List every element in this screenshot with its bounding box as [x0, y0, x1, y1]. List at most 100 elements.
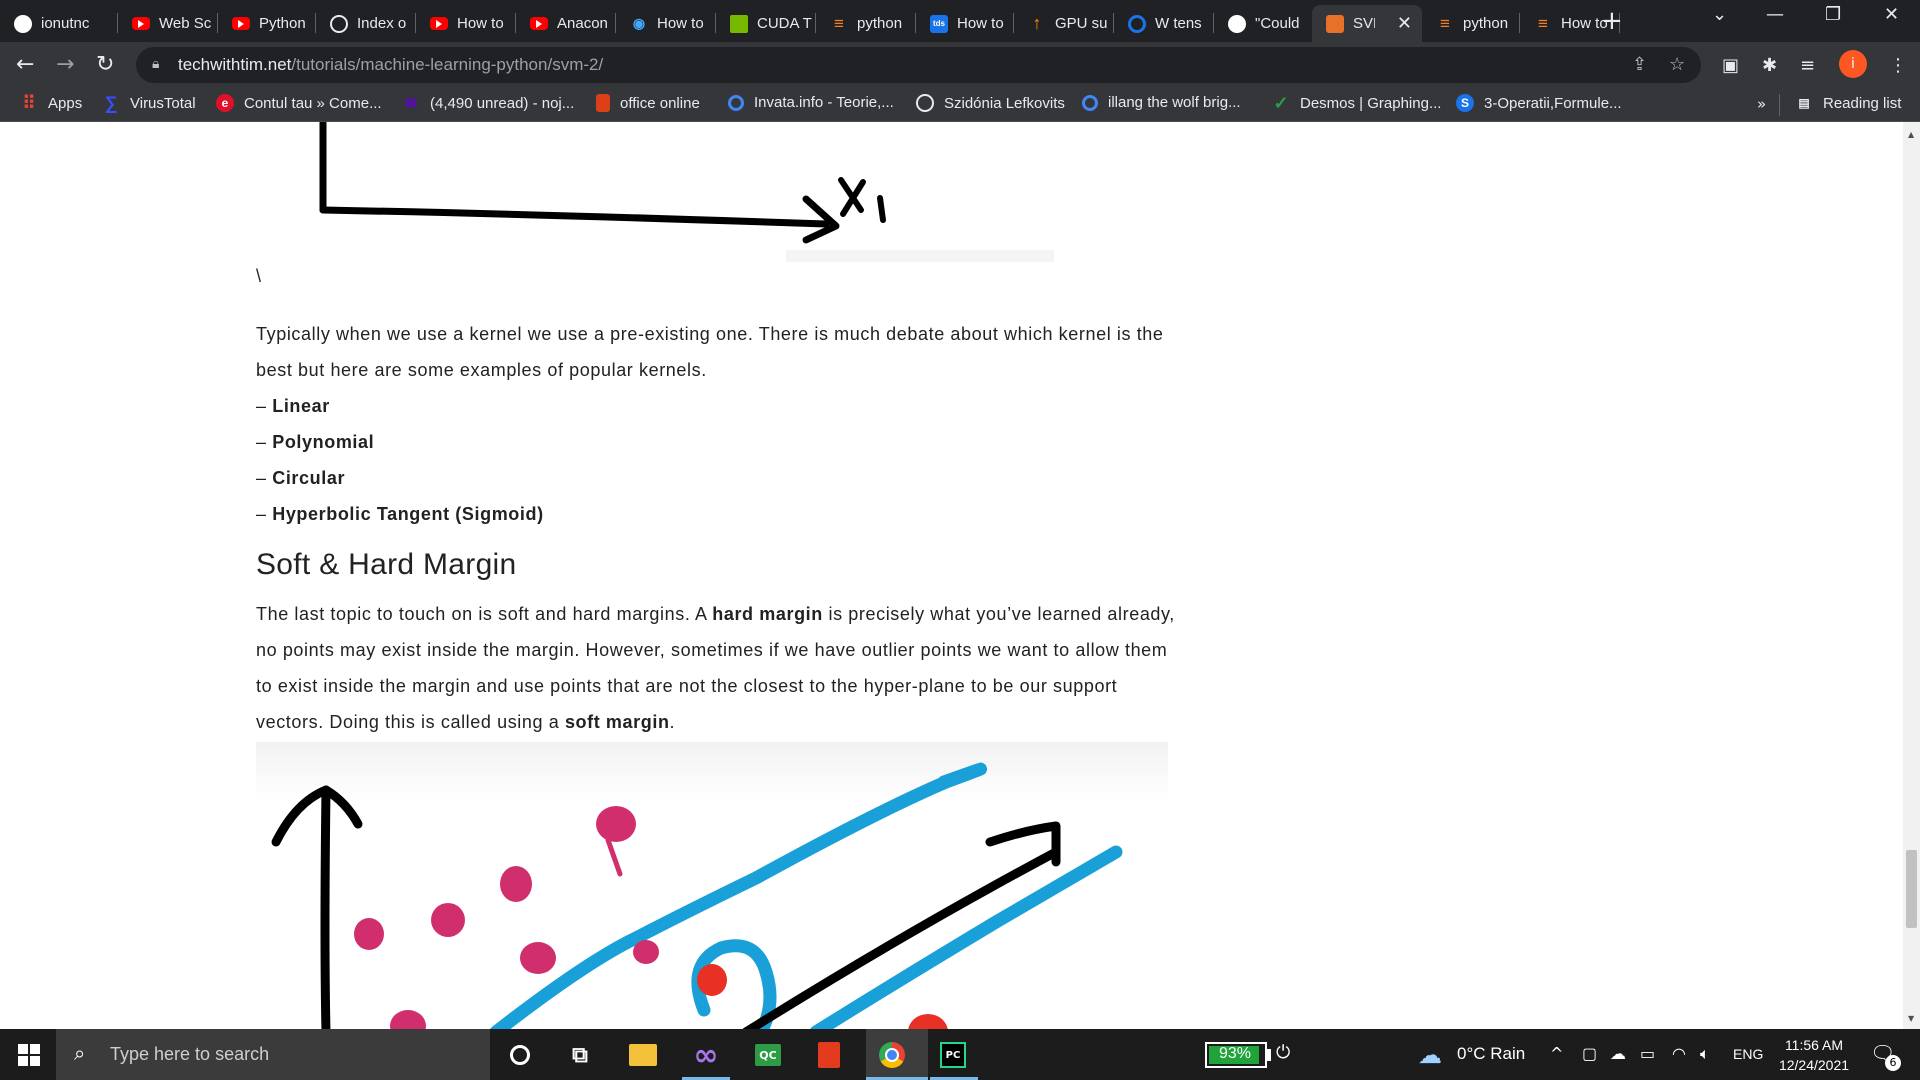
- page-scrollbar[interactable]: ▲ ▼: [1903, 122, 1920, 1029]
- tab-4[interactable]: How to: [416, 5, 516, 42]
- forward-button[interactable]: →: [56, 52, 74, 77]
- chrome-icon[interactable]: [879, 1042, 905, 1068]
- tab-title: python: [857, 15, 903, 32]
- profile-avatar[interactable]: i: [1839, 50, 1867, 78]
- meet-now-icon[interactable]: ▢: [1582, 1044, 1597, 1063]
- close-window-button[interactable]: ✕: [1884, 4, 1899, 25]
- tab-search-chevron-icon[interactable]: ⌄: [1712, 4, 1727, 25]
- lock-icon[interactable]: 🔒︎: [152, 56, 159, 72]
- extension-r-icon[interactable]: ▣: [1722, 55, 1739, 76]
- bookmark-2[interactable]: e Contul tau » Come...: [216, 94, 382, 112]
- pycharm-icon[interactable]: PC: [940, 1042, 966, 1068]
- tab-3[interactable]: Index o: [316, 5, 416, 42]
- reading-list-label: Reading list: [1823, 94, 1902, 112]
- tab-title: python: [1463, 15, 1509, 32]
- kernel-dash: –: [256, 432, 273, 452]
- tab-2[interactable]: Python: [218, 5, 316, 42]
- weather-text[interactable]: 0°C Rain: [1457, 1044, 1525, 1064]
- bookmark-star-icon[interactable]: ☆: [1669, 54, 1685, 75]
- tab-title: "Could: [1255, 15, 1300, 32]
- scroll-down-arrow-icon[interactable]: ▼: [1908, 1014, 1914, 1023]
- bookmark-label: office online: [620, 94, 700, 112]
- bookmark-0[interactable]: ⠿ Apps: [20, 93, 82, 113]
- close-tab-button[interactable]: ✕: [1397, 13, 1412, 34]
- bookmarks-divider: [1779, 94, 1780, 116]
- show-hidden-icons-chevron-icon[interactable]: ^: [1550, 1044, 1563, 1063]
- bookmark-9[interactable]: S 3-Operatii,Formule...: [1456, 94, 1622, 112]
- clock-time: 11:56 AM: [1784, 1037, 1844, 1053]
- tab-5[interactable]: Anacon: [516, 5, 616, 42]
- windows-start-icon[interactable]: [18, 1044, 40, 1066]
- virustotal-icon: ∑: [104, 92, 118, 113]
- bookmark-8[interactable]: ✓ Desmos | Graphing...: [1272, 93, 1441, 113]
- back-button[interactable]: ←: [16, 52, 34, 77]
- office-icon[interactable]: [818, 1042, 840, 1068]
- tab-14[interactable]: ≡ python: [1422, 5, 1520, 42]
- kernel-name: Hyperbolic Tangent (Sigmoid): [272, 504, 544, 524]
- windows-taskbar: ⌕ Type here to search ⧉ ∞ QC PC 93% ⏻ ☁ …: [0, 1029, 1920, 1080]
- tab-7[interactable]: CUDA T: [716, 5, 816, 42]
- restore-button[interactable]: ❐: [1825, 4, 1841, 25]
- bookmark-label: Invata.info - Teorie,...: [754, 94, 894, 111]
- bookmark-5[interactable]: Invata.info - Teorie,...: [728, 94, 894, 111]
- tab-11[interactable]: W tens: [1114, 5, 1214, 42]
- taskbar-search-box[interactable]: ⌕ Type here to search: [56, 1029, 490, 1080]
- tab-10[interactable]: ↑ GPU su: [1014, 5, 1114, 42]
- tab-title: Python: [259, 15, 306, 32]
- class-a-point: [500, 866, 532, 902]
- kernel-name: Polynomial: [272, 432, 375, 452]
- figure-background: [256, 742, 1168, 802]
- visual-studio-icon[interactable]: ∞: [690, 1038, 722, 1073]
- bookmark-label: (4,490 unread) - noj...: [430, 94, 575, 112]
- onedrive-error-icon[interactable]: ☁: [1610, 1044, 1626, 1063]
- page-viewport[interactable]: \ Typically when we use a kernel we use …: [0, 122, 1920, 1029]
- minimize-button[interactable]: —: [1766, 4, 1784, 25]
- tab-6[interactable]: ◉ How to: [616, 5, 716, 42]
- reading-list-button[interactable]: ▤ Reading list: [1795, 94, 1901, 112]
- bookmark-3[interactable]: ✉ (4,490 unread) - noj...: [402, 94, 574, 112]
- qc-app-icon[interactable]: QC: [755, 1044, 781, 1066]
- bookmark-4[interactable]: office online: [596, 94, 700, 112]
- tab-12[interactable]: "Could: [1214, 5, 1312, 42]
- tensorflow-icon: ↑: [1032, 13, 1042, 33]
- media-control-icon[interactable]: ≡: [1800, 55, 1815, 76]
- office-icon: [596, 94, 610, 112]
- battery-tray-icon[interactable]: ▭: [1640, 1044, 1655, 1063]
- scroll-up-arrow-icon[interactable]: ▲: [1908, 130, 1914, 139]
- class-a-point: [390, 1010, 426, 1029]
- url-host: techwithtim.net: [178, 55, 292, 74]
- x1-subscript-1: [877, 195, 886, 223]
- tab-9[interactable]: tds How to: [916, 5, 1014, 42]
- bookmark-1[interactable]: ∑ VirusTotal: [102, 92, 196, 113]
- menu-kebab-icon[interactable]: ⋮: [1889, 55, 1907, 76]
- volume-icon[interactable]: 🔈︎: [1700, 1044, 1710, 1064]
- bookmarks-overflow-button[interactable]: »: [1757, 95, 1766, 113]
- hyperplane-line: [742, 847, 1061, 1029]
- new-tab-button[interactable]: +: [1601, 6, 1623, 36]
- tab-13[interactable]: SVM ✕: [1312, 5, 1422, 42]
- tab-8[interactable]: ≡ python: [816, 5, 916, 42]
- task-view-icon[interactable]: ⧉: [564, 1039, 596, 1071]
- kernel-list: – Linear – Polynomial – Circular – Hyperbol…: [256, 388, 544, 532]
- scrollbar-thumb[interactable]: [1906, 850, 1917, 928]
- figure-axes: [319, 122, 840, 244]
- hard-margin-term: hard margin: [712, 604, 823, 624]
- address-bar[interactable]: 🔒︎ techwithtim.net/tutorials/machine-lea…: [136, 47, 1701, 83]
- reload-button[interactable]: ↻: [96, 52, 114, 77]
- share-icon[interactable]: ⇪: [1632, 54, 1647, 75]
- file-explorer-icon[interactable]: [629, 1044, 657, 1066]
- input-language[interactable]: ENG: [1733, 1046, 1763, 1062]
- bookmark-6[interactable]: Szidónia Lefkovits: [916, 94, 1065, 112]
- weather-rain-cloud-icon[interactable]: ☁: [1418, 1041, 1442, 1069]
- wifi-icon[interactable]: ◠: [1672, 1044, 1686, 1063]
- tab-strip: ionutnc Web Sc Python Index o How to Anacon ◉ H…: [0, 0, 1920, 42]
- tab-1[interactable]: Web Sc: [118, 5, 218, 42]
- bookmark-7[interactable]: illang the wolf brig...: [1082, 94, 1241, 111]
- battery-indicator[interactable]: 93%: [1205, 1042, 1267, 1068]
- cortana-icon[interactable]: [510, 1045, 530, 1065]
- tab-title: W tens: [1155, 15, 1202, 32]
- url-text[interactable]: techwithtim.net/tutorials/machine-learni…: [178, 55, 603, 75]
- system-clock[interactable]: 11:56 AM 12/24/2021: [1770, 1035, 1858, 1075]
- tab-0[interactable]: ionutnc: [0, 5, 118, 42]
- extensions-puzzle-icon[interactable]: ✱: [1762, 55, 1777, 76]
